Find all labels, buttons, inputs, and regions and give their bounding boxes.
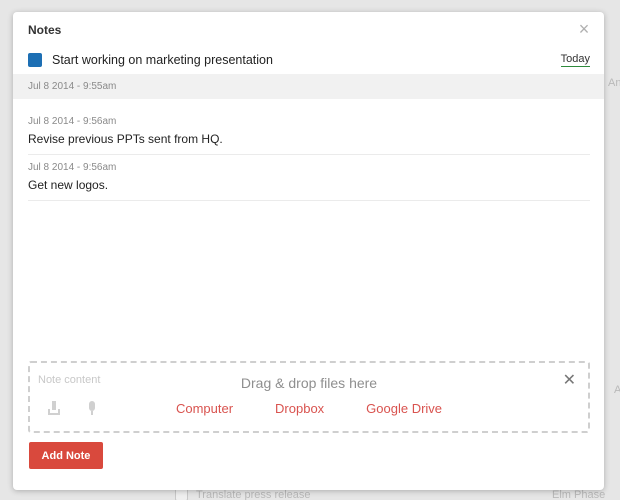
note-text: Revise previous PPTs sent from HQ. <box>28 132 223 146</box>
computer-link[interactable]: Computer <box>176 401 233 416</box>
notes-list: Jul 8 2014 - 9:56am Revise previous PPTs… <box>28 116 590 208</box>
dropzone-label: Drag & drop files here <box>240 375 378 391</box>
note-text: Get new logos. <box>28 178 109 192</box>
task-name: Start working on marketing presentation <box>52 53 273 67</box>
dropzone-close-icon[interactable]: ✕ <box>563 370 576 390</box>
dropbox-link[interactable]: Dropbox <box>275 401 324 416</box>
note-timestamp: Jul 8 2014 - 9:56am <box>28 162 117 173</box>
note-composer-dropzone[interactable]: Drag & drop files here Computer Dropbox … <box>28 361 590 433</box>
note-item: Jul 8 2014 - 9:56am Revise previous PPTs… <box>28 116 590 155</box>
file-source-links: Computer Dropbox Google Drive <box>30 401 588 416</box>
google-drive-link[interactable]: Google Drive <box>366 401 442 416</box>
task-due-date[interactable]: Today <box>560 53 590 67</box>
modal-title: Notes <box>28 23 62 37</box>
note-timestamp: Jul 8 2014 - 9:56am <box>28 116 117 127</box>
note-item: Jul 8 2014 - 9:56am Get new logos. <box>28 162 590 201</box>
background-task-project: Elm Phase An <box>552 489 606 500</box>
task-created-timestamp: Jul 8 2014 - 9:55am <box>13 74 604 99</box>
background-text: A <box>614 384 620 396</box>
task-color-swatch <box>28 53 42 67</box>
close-icon[interactable]: × <box>576 20 592 38</box>
background-text: An <box>608 77 620 89</box>
task-row: Start working on marketing presentation … <box>28 50 590 70</box>
background-task-label: Translate press release <box>196 488 311 500</box>
add-note-button[interactable]: Add Note <box>29 442 103 469</box>
notes-modal: Notes × Start working on marketing prese… <box>13 12 604 490</box>
